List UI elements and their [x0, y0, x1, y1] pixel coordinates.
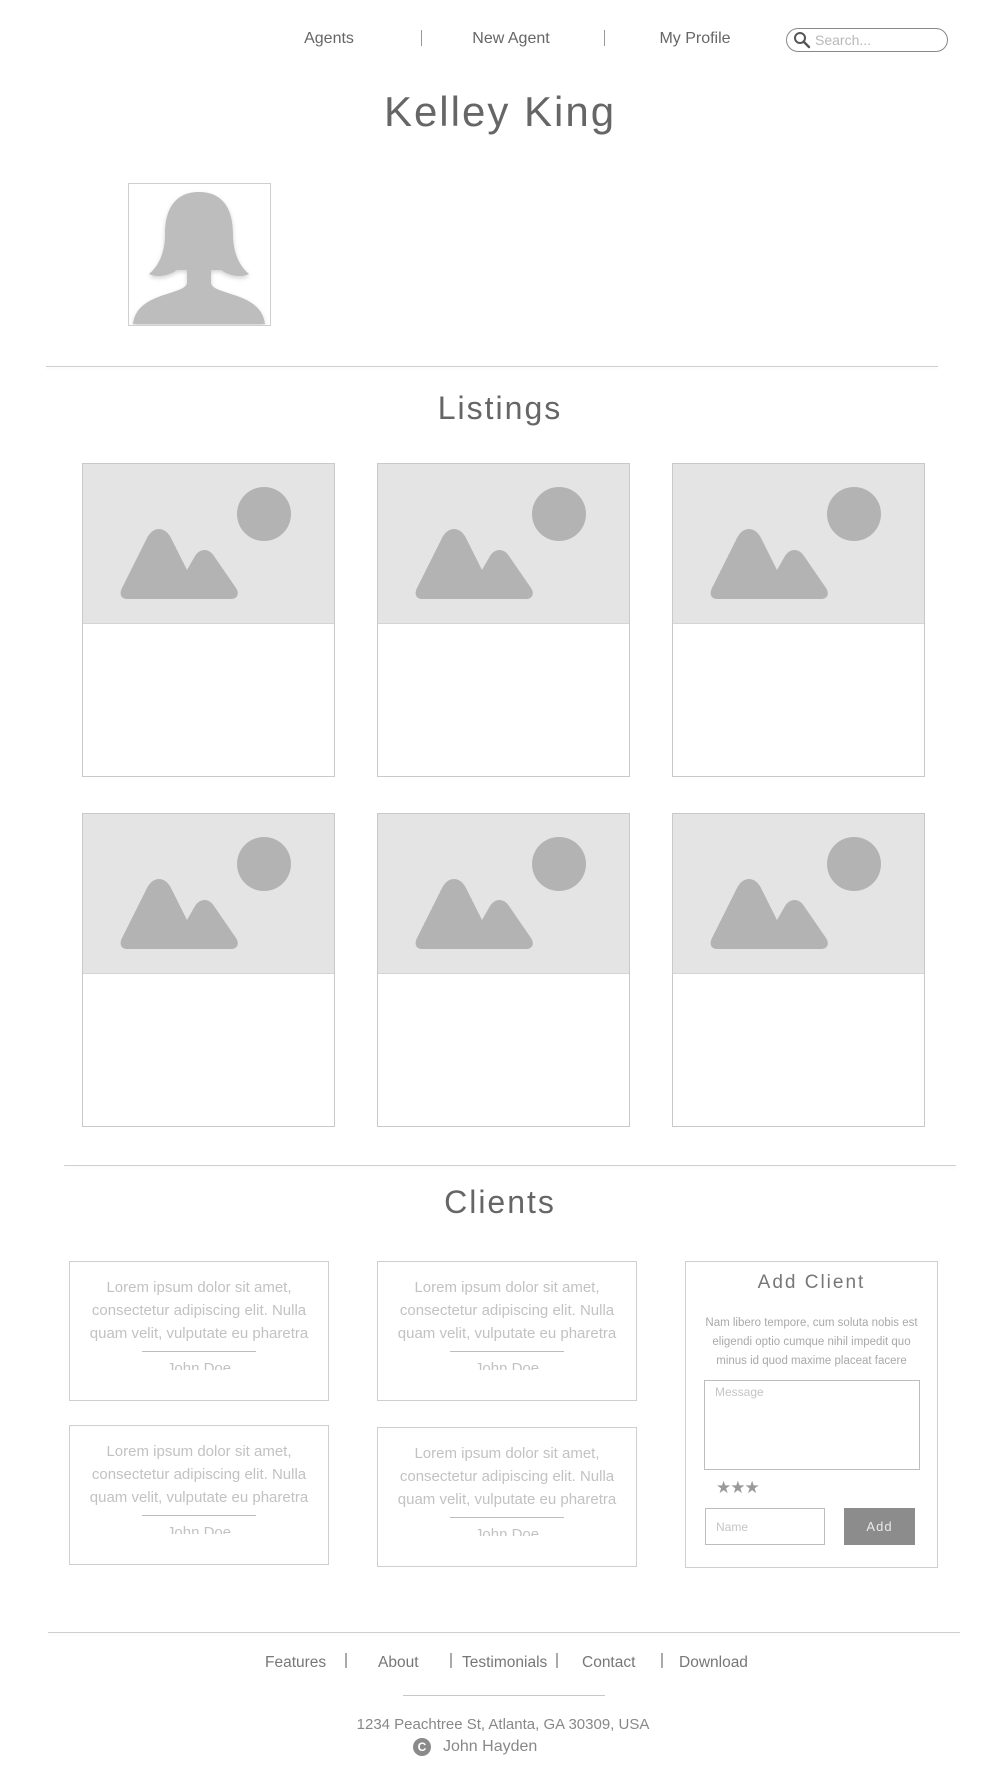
testimonial-card: Lorem ipsum dolor sit amet, consectetur …: [377, 1427, 637, 1567]
image-placeholder-icon: [710, 487, 881, 599]
footer-link-contact[interactable]: Contact: [582, 1652, 635, 1674]
add-client-heading: Add Client: [757, 1272, 866, 1293]
testimonial-quote: Lorem ipsum dolor sit amet, consectetur …: [89, 1443, 309, 1506]
section-divider: [64, 1165, 956, 1166]
listing-image: [83, 814, 334, 974]
avatar: [128, 183, 271, 326]
nav-link-my-profile[interactable]: My Profile: [652, 28, 738, 50]
testimonial-card: Lorem ipsum dolor sit amet, consectetur …: [69, 1261, 329, 1401]
add-client-description: Nam libero tempore, cum soluta nobis est…: [705, 1317, 918, 1367]
testimonial-quote: Lorem ipsum dolor sit amet, consectetur …: [397, 1279, 617, 1342]
footer-link-features[interactable]: Features: [265, 1652, 326, 1674]
footer-link-about[interactable]: About: [378, 1652, 419, 1674]
listing-image: [378, 814, 629, 974]
divider: [450, 1351, 564, 1352]
listing-image: [83, 464, 334, 624]
testimonial-card: Lorem ipsum dolor sit amet, consectetur …: [377, 1261, 637, 1401]
footer-divider: [48, 1632, 960, 1633]
image-placeholder-icon: [710, 837, 881, 949]
search-box[interactable]: [786, 28, 948, 52]
listing-card[interactable]: [82, 463, 335, 777]
divider: [142, 1351, 256, 1352]
message-field[interactable]: [704, 1380, 920, 1470]
name-field[interactable]: [705, 1508, 825, 1545]
testimonial-author: John Doe: [474, 1526, 540, 1536]
footer-separator: [661, 1653, 663, 1668]
listing-image: [378, 464, 629, 624]
section-divider: [46, 366, 938, 367]
listing-card[interactable]: [377, 813, 630, 1127]
listing-image: [673, 814, 924, 974]
page-title: Kelley King: [383, 88, 617, 135]
image-placeholder-icon: [415, 837, 586, 949]
image-placeholder-icon: [120, 837, 291, 949]
copyright-name: John Hayden: [443, 1738, 538, 1755]
nav-link-agents[interactable]: Agents: [294, 28, 364, 50]
testimonial-author: John Doe: [166, 1524, 232, 1534]
clients-heading: Clients: [444, 1184, 556, 1220]
testimonial-card: Lorem ipsum dolor sit amet, consectetur …: [69, 1425, 329, 1565]
footer-short-divider: [403, 1695, 605, 1696]
listing-card[interactable]: [82, 813, 335, 1127]
listing-card[interactable]: [377, 463, 630, 777]
listing-card[interactable]: [672, 463, 925, 777]
image-placeholder-icon: [415, 487, 586, 599]
copyright-icon: C: [413, 1738, 431, 1756]
listing-card[interactable]: [672, 813, 925, 1127]
image-placeholder-icon: [120, 487, 291, 599]
female-user-icon: [133, 192, 265, 324]
testimonial-quote: Lorem ipsum dolor sit amet, consectetur …: [89, 1279, 309, 1342]
add-client-button[interactable]: Add: [844, 1508, 915, 1545]
star-rating[interactable]: ★★★: [716, 1478, 760, 1498]
footer-link-download[interactable]: Download: [679, 1652, 748, 1674]
footer-separator: [450, 1653, 452, 1668]
add-client-form: Add Client Nam libero tempore, cum solut…: [685, 1261, 938, 1568]
search-input[interactable]: [815, 32, 935, 48]
testimonial-author: John Doe: [474, 1360, 540, 1370]
testimonial-author: John Doe: [166, 1360, 232, 1370]
divider: [142, 1515, 256, 1516]
footer-separator: [556, 1653, 558, 1668]
testimonial-quote: Lorem ipsum dolor sit amet, consectetur …: [397, 1445, 617, 1508]
listings-heading: Listings: [437, 390, 563, 426]
copyright: C John Hayden: [413, 1738, 537, 1756]
divider: [450, 1517, 564, 1518]
nav-link-new-agent[interactable]: New Agent: [466, 28, 556, 50]
nav-separator: [421, 30, 422, 46]
footer-separator: [345, 1653, 347, 1668]
search-icon: [794, 32, 811, 49]
footer-address: 1234 Peachtree St, Atlanta, GA 30309, US…: [356, 1716, 650, 1733]
footer-link-testimonials[interactable]: Testimonials: [462, 1652, 547, 1674]
nav-separator: [604, 30, 605, 46]
listing-image: [673, 464, 924, 624]
